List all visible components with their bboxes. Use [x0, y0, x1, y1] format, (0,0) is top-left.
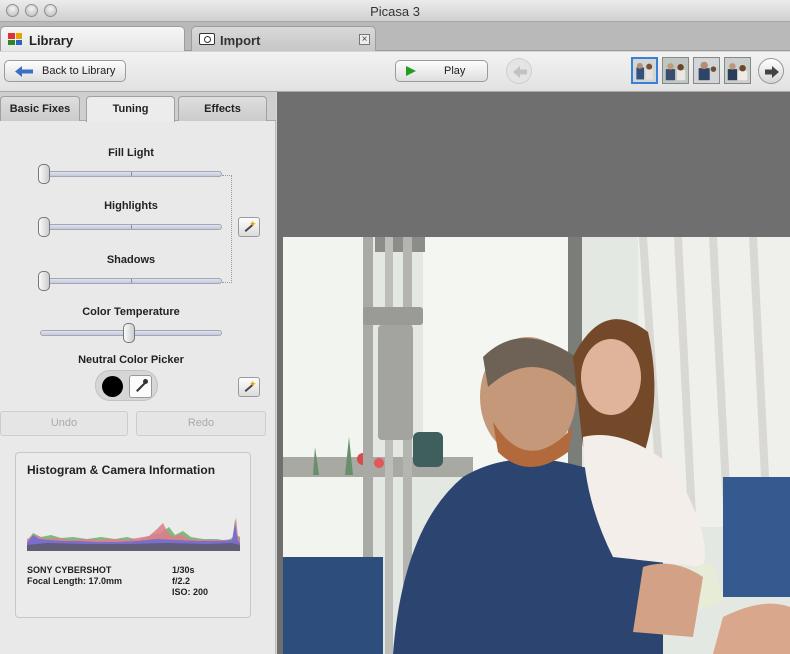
fill-light-label: Fill Light — [108, 147, 154, 159]
play-slideshow-button[interactable]: Play — [395, 60, 488, 82]
highlights-slider-handle[interactable] — [38, 217, 50, 237]
tab-library-label: Library — [29, 33, 74, 48]
window-titlebar: Picasa 3 — [0, 0, 790, 22]
shadows-slider-track[interactable] — [40, 278, 222, 284]
camera-model: SONY CYBERSHOT — [27, 565, 112, 575]
back-to-library-label: Back to Library — [42, 65, 116, 77]
close-tab-icon[interactable]: × — [359, 34, 370, 45]
iso: ISO: 200 — [172, 587, 209, 597]
color-temperature-label: Color Temperature — [82, 306, 180, 318]
tab-basic-fixes[interactable]: Basic Fixes — [0, 96, 80, 121]
photo-image[interactable] — [283, 237, 790, 654]
window-title: Picasa 3 — [370, 4, 420, 19]
redo-button[interactable]: Redo — [136, 411, 266, 436]
previous-photo-button[interactable] — [506, 58, 532, 84]
filmstrip-thumbnail[interactable] — [724, 57, 751, 84]
right-arrow-icon — [765, 66, 779, 78]
shadows-slider-handle[interactable] — [38, 271, 50, 291]
play-label: Play — [444, 65, 466, 77]
eyedropper-button[interactable] — [129, 375, 152, 398]
shutter-speed: 1/30s — [172, 565, 195, 575]
filmstrip-thumbnail[interactable] — [662, 57, 689, 84]
picked-color-swatch — [102, 376, 123, 397]
tab-library[interactable]: Library — [0, 26, 185, 51]
fill-light-slider-handle[interactable] — [38, 164, 50, 184]
focal-length: Focal Length: 17.0mm — [27, 576, 123, 586]
histogram-graph — [27, 517, 240, 551]
back-to-library-button[interactable]: Back to Library — [4, 60, 126, 82]
left-arrow-icon — [513, 66, 527, 78]
neutral-color-picker-label: Neutral Color Picker — [78, 354, 184, 366]
tab-tuning[interactable]: Tuning — [86, 96, 175, 122]
histogram-panel: Histogram & Camera Information SONY CYBE… — [15, 452, 251, 618]
auto-contrast-bracket — [222, 175, 232, 283]
neutral-color-picker — [95, 370, 158, 401]
tab-import-label: Import — [220, 33, 261, 48]
color-temperature-slider-handle[interactable] — [123, 323, 135, 343]
filmstrip-thumbnail[interactable] — [693, 57, 720, 84]
next-photo-button[interactable] — [758, 58, 784, 84]
tab-effects[interactable]: Effects — [178, 96, 267, 121]
highlights-slider-track[interactable] — [40, 224, 222, 230]
play-icon — [406, 66, 416, 76]
edit-panel-tabs: Basic Fixes Tuning Effects — [0, 92, 276, 122]
histogram-title: Histogram & Camera Information — [27, 463, 216, 477]
auto-contrast-button[interactable]: ✦ — [238, 217, 260, 237]
filmstrip-thumbnail[interactable] — [631, 57, 658, 84]
app-tab-strip: Library Import × — [0, 22, 790, 51]
aperture: f/2.2 — [172, 576, 191, 586]
undo-button[interactable]: Undo — [0, 411, 128, 436]
fill-light-slider-track[interactable] — [40, 171, 222, 177]
auto-color-button[interactable]: ✦ — [238, 377, 260, 397]
photo-viewer — [277, 92, 790, 654]
library-icon — [8, 33, 22, 45]
tab-import[interactable]: Import × — [191, 26, 376, 51]
back-arrow-icon — [15, 66, 33, 77]
import-camera-icon — [199, 33, 215, 45]
